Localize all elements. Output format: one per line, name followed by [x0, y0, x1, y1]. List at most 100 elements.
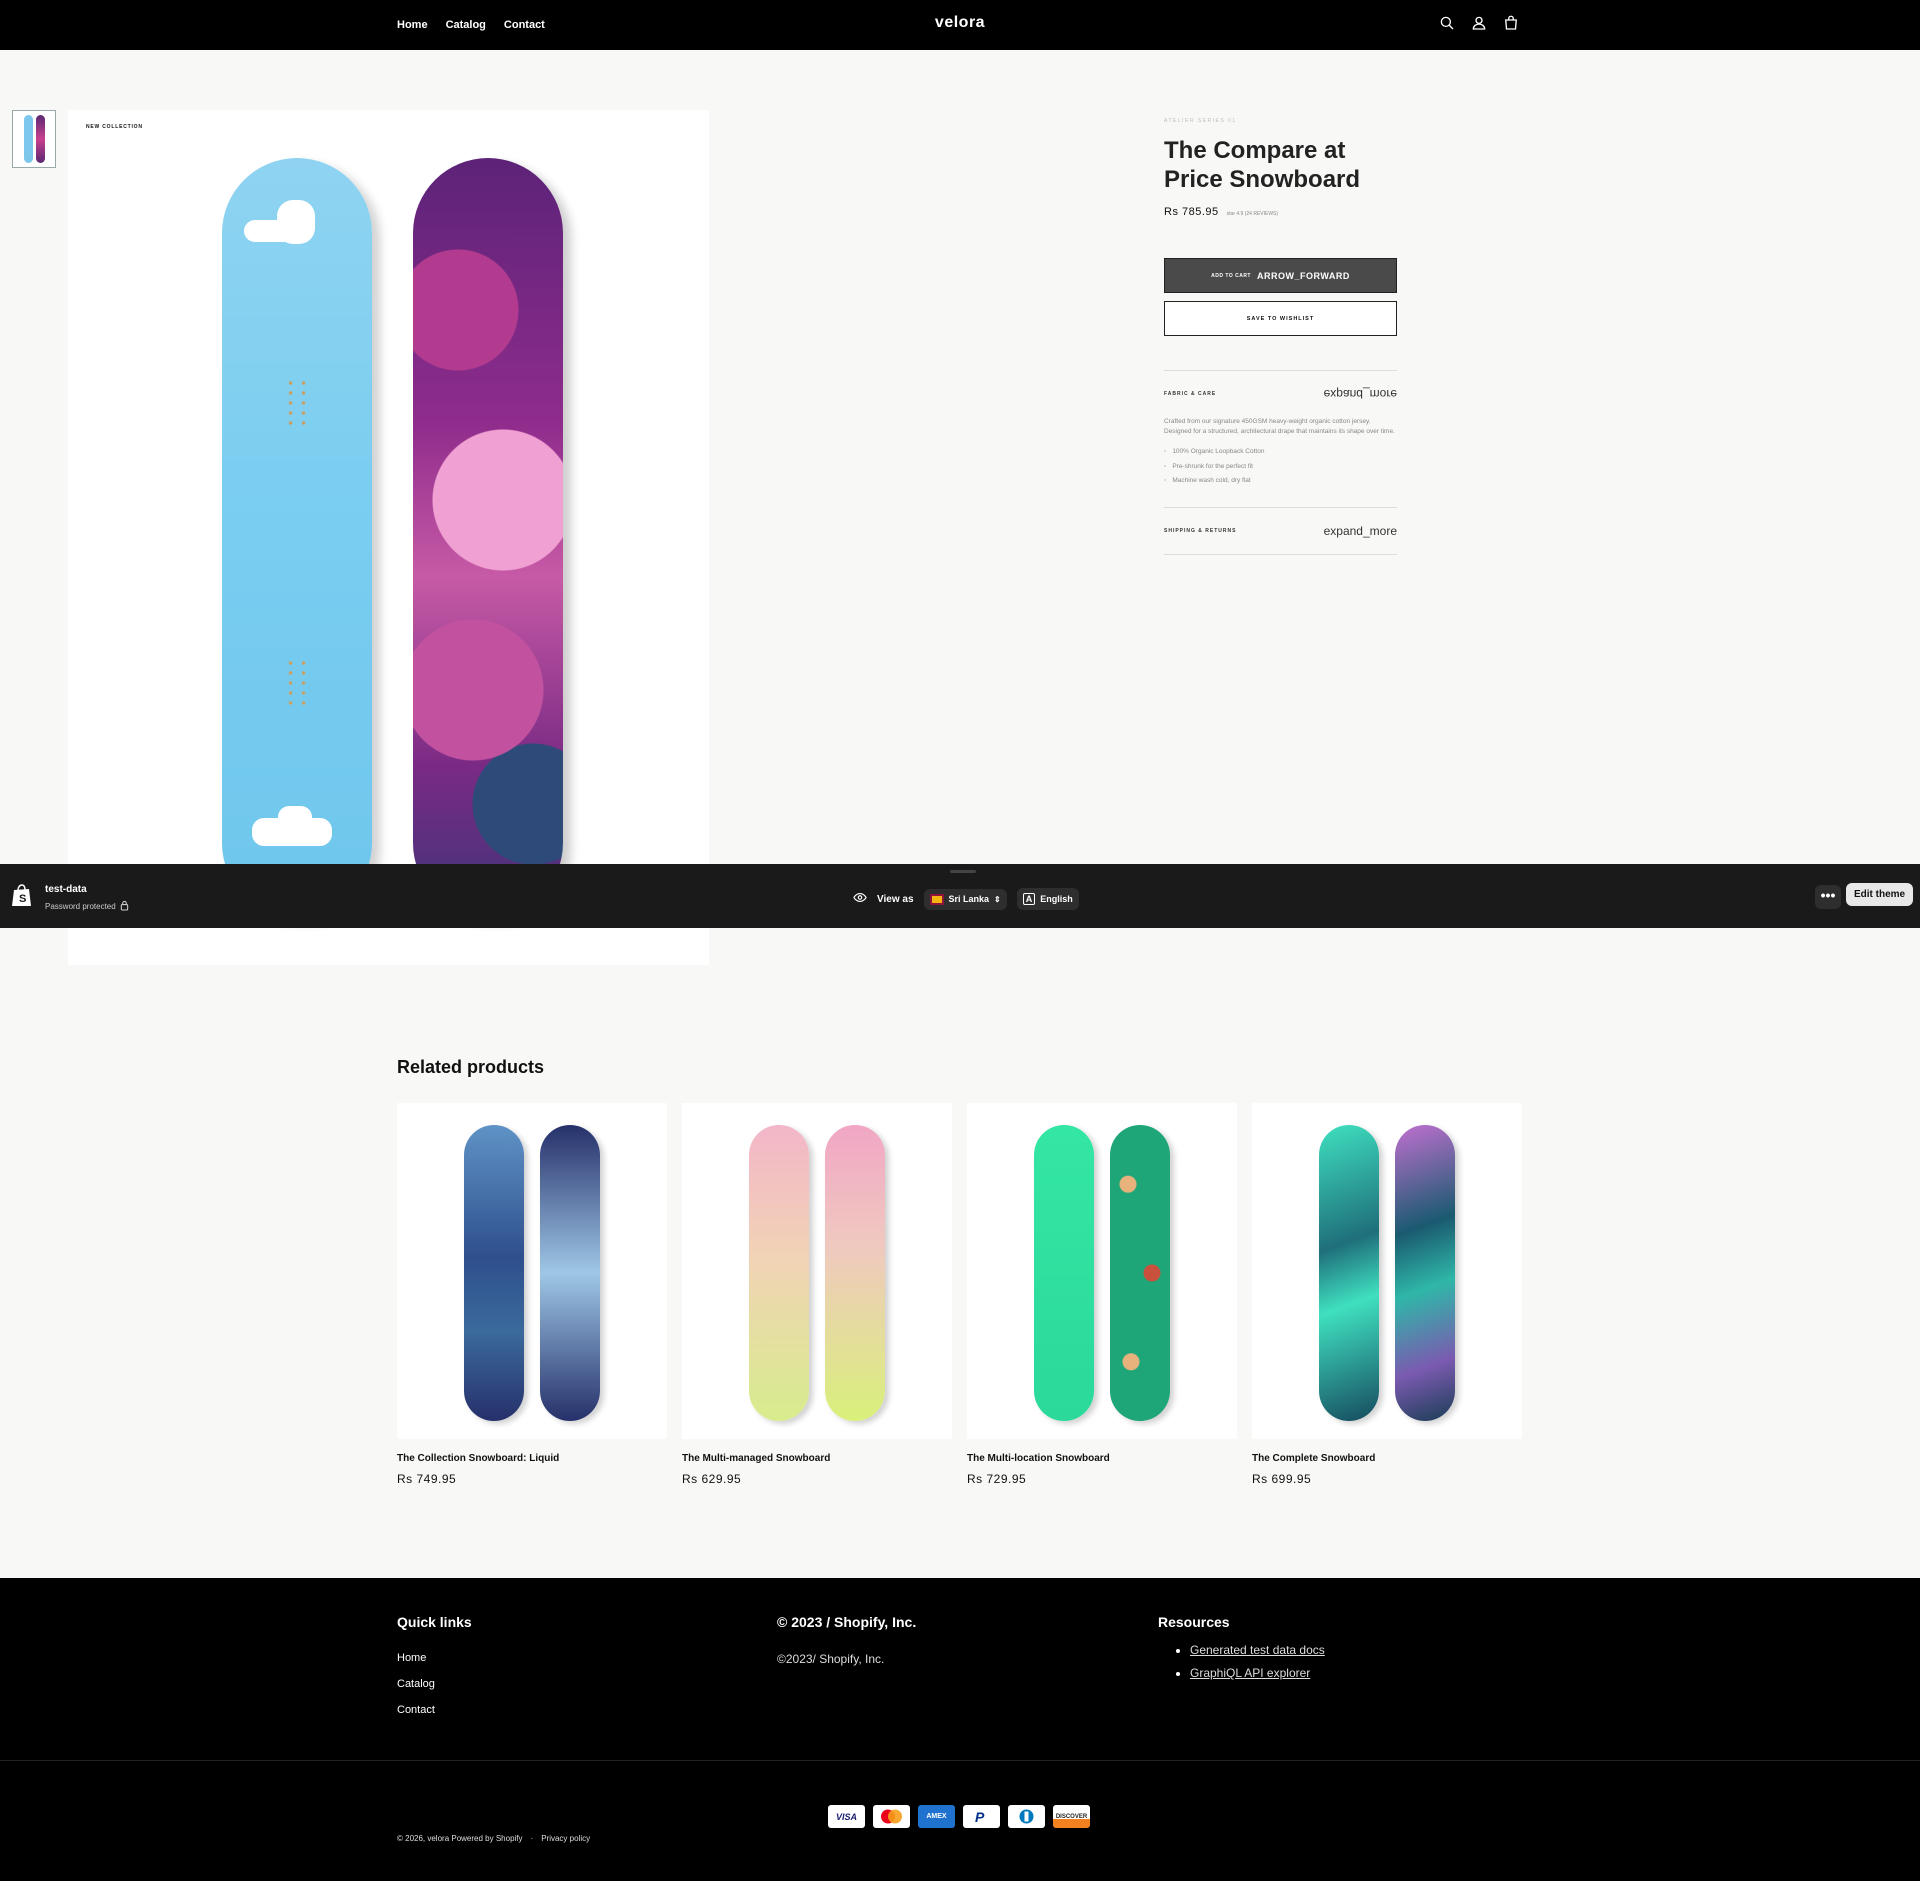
list-item: Pre-shrunk for the perfect fit: [1164, 460, 1397, 475]
visa-icon: VISA: [828, 1805, 865, 1828]
snowboard-image: [1395, 1125, 1455, 1421]
discover-icon: DISCOVER: [1053, 1805, 1090, 1828]
footer-company: © 2023 / Shopify, Inc. ©2023/ Shopify, I…: [777, 1614, 916, 1666]
sri-lanka-flag-icon: [929, 893, 944, 905]
save-to-wishlist-button[interactable]: SAVE TO WISHLIST: [1164, 301, 1397, 336]
footer-quick-links: Quick links Home Catalog Contact: [397, 1614, 472, 1716]
edit-theme-button[interactable]: Edit theme: [1846, 883, 1914, 906]
snowboard-image: [464, 1125, 524, 1421]
snowboard-image: [749, 1125, 809, 1421]
password-status-text: Password protected: [45, 902, 116, 911]
translate-icon: A: [1022, 893, 1036, 905]
drag-handle[interactable]: [950, 870, 976, 873]
nav-catalog[interactable]: Catalog: [446, 19, 486, 31]
cart-icon[interactable]: [1502, 14, 1520, 32]
add-to-cart-button[interactable]: ADD TO CART ARROW_FORWARD: [1164, 258, 1397, 293]
country-selector[interactable]: Sri Lanka ⇕: [923, 888, 1007, 910]
accordion-body: Crafted from our signature 450GSM heavy-…: [1164, 417, 1397, 507]
product-card-name[interactable]: The Multi-location Snowboard: [967, 1453, 1237, 1464]
product-card-price: Rs 749.95: [397, 1472, 457, 1486]
amex-icon: AMEX: [918, 1805, 955, 1828]
password-status: Password protected: [45, 900, 129, 913]
product-card[interactable]: The Multi-location Snowboard Rs 729.95: [967, 1103, 1237, 1486]
list-item: Machine wash cold, dry flat: [1164, 474, 1397, 489]
snowboard-purple-image: [413, 158, 563, 918]
shopify-bag-icon: S: [11, 884, 33, 908]
product-price: Rs 785.95: [1164, 206, 1219, 218]
svg-text:P: P: [975, 1809, 985, 1825]
accordion-header-shipping-returns[interactable]: SHIPPING & RETURNS expand_more: [1164, 508, 1397, 554]
list-item: 100% Organic Loopback Cotton: [1164, 445, 1397, 460]
gallery-thumbnail[interactable]: [12, 110, 56, 168]
accordion-title: FABRIC & CARE: [1164, 391, 1217, 397]
language-label: English: [1040, 894, 1073, 904]
header-icons: [1438, 14, 1520, 32]
product-card-image: [682, 1103, 952, 1439]
accordion-header-fabric-care[interactable]: FABRIC & CARE expand_more: [1164, 371, 1397, 417]
product-card-name[interactable]: The Collection Snowboard: Liquid: [397, 1453, 667, 1464]
product-card-image: [397, 1103, 667, 1439]
product-main-image[interactable]: NEW COLLECTION: [68, 110, 709, 965]
binding-inserts: [284, 658, 310, 706]
snowboard-image: [1319, 1125, 1379, 1421]
search-icon[interactable]: [1438, 14, 1456, 32]
snowboard-image: [825, 1125, 885, 1421]
eye-icon: [853, 892, 867, 906]
site-header: Home Catalog Contact velora: [0, 0, 1920, 50]
expand-less-icon: expand_more: [1323, 387, 1397, 401]
thumbnail-board-blue: [23, 115, 33, 163]
snowboard-blue-image: [222, 158, 372, 918]
svg-text:S: S: [19, 893, 26, 905]
shopify-preview-bar: S test-data Password protected View as S…: [0, 864, 1920, 928]
privacy-policy-link[interactable]: Privacy policy: [541, 1834, 590, 1843]
paypal-icon: P: [963, 1805, 1000, 1828]
product-card-image: [1252, 1103, 1522, 1439]
site-footer: Quick links Home Catalog Contact © 2023 …: [0, 1578, 1920, 1881]
nav-home[interactable]: Home: [397, 19, 428, 31]
product-info: ATELIER SERIES 01 The Compare at Price S…: [1164, 118, 1397, 555]
collection-tag: ATELIER SERIES 01: [1164, 118, 1237, 124]
nav-contact[interactable]: Contact: [504, 19, 545, 31]
company-heading: © 2023 / Shopify, Inc.: [777, 1614, 917, 1630]
product-rating[interactable]: star 4.9 (24 REVIEWS): [1227, 211, 1278, 217]
separator-dot: ·: [530, 1834, 534, 1843]
product-card-name[interactable]: The Multi-managed Snowboard: [682, 1453, 952, 1464]
store-name: test-data: [45, 884, 87, 895]
company-text: ©2023/ Shopify, Inc.: [777, 1652, 885, 1666]
accordion-fabric-care: FABRIC & CARE expand_more Crafted from o…: [1164, 370, 1397, 507]
account-icon[interactable]: [1470, 14, 1488, 32]
mastercard-icon: [873, 1805, 910, 1828]
language-selector[interactable]: A English: [1016, 888, 1079, 910]
copyright-text[interactable]: © 2026, velora Powered by Shopify: [397, 1834, 523, 1843]
resource-link-graphiql[interactable]: GraphiQL API explorer: [1190, 1666, 1310, 1680]
store-logo[interactable]: velora: [0, 14, 1920, 32]
related-products-heading: Related products: [397, 1057, 545, 1077]
binding-inserts: [284, 378, 310, 426]
view-as-controls: View as Sri Lanka ⇕ A English: [853, 888, 1079, 910]
product-card-name[interactable]: The Complete Snowboard: [1252, 1453, 1522, 1464]
resources-heading: Resources: [1158, 1614, 1230, 1630]
footer-link-contact[interactable]: Contact: [397, 1704, 472, 1716]
add-to-cart-label: ADD TO CART: [1211, 272, 1251, 279]
snowboard-image: [540, 1125, 600, 1421]
price-row: Rs 785.95 star 4.9 (24 REVIEWS): [1164, 206, 1397, 218]
product-card[interactable]: The Multi-managed Snowboard Rs 629.95: [682, 1103, 952, 1486]
main-nav: Home Catalog Contact: [397, 0, 545, 50]
footer-resources: Resources Generated test data docs Graph…: [1158, 1614, 1325, 1680]
product-card[interactable]: The Collection Snowboard: Liquid Rs 749.…: [397, 1103, 667, 1486]
expand-more-icon: expand_more: [1323, 523, 1397, 538]
footer-link-home[interactable]: Home: [397, 1652, 472, 1664]
more-options-button[interactable]: •••: [1815, 885, 1841, 909]
fabric-description: Crafted from our signature 450GSM heavy-…: [1164, 418, 1395, 435]
snowboard-image: [1034, 1125, 1094, 1421]
new-collection-tag: NEW COLLECTION: [86, 124, 143, 130]
quick-links-heading: Quick links: [397, 1614, 472, 1630]
product-card[interactable]: The Complete Snowboard Rs 699.95: [1252, 1103, 1522, 1486]
thumbnail-board-purple: [35, 115, 45, 163]
arrow-forward-icon: ARROW_FORWARD: [1257, 270, 1350, 281]
footer-link-catalog[interactable]: Catalog: [397, 1678, 472, 1690]
resource-link-test-data-docs[interactable]: Generated test data docs: [1190, 1643, 1325, 1657]
product-card-price: Rs 629.95: [682, 1472, 742, 1486]
footer-copyright: © 2026, velora Powered by Shopify · Priv…: [397, 1834, 590, 1843]
list-item: GraphiQL API explorer: [1190, 1666, 1325, 1680]
